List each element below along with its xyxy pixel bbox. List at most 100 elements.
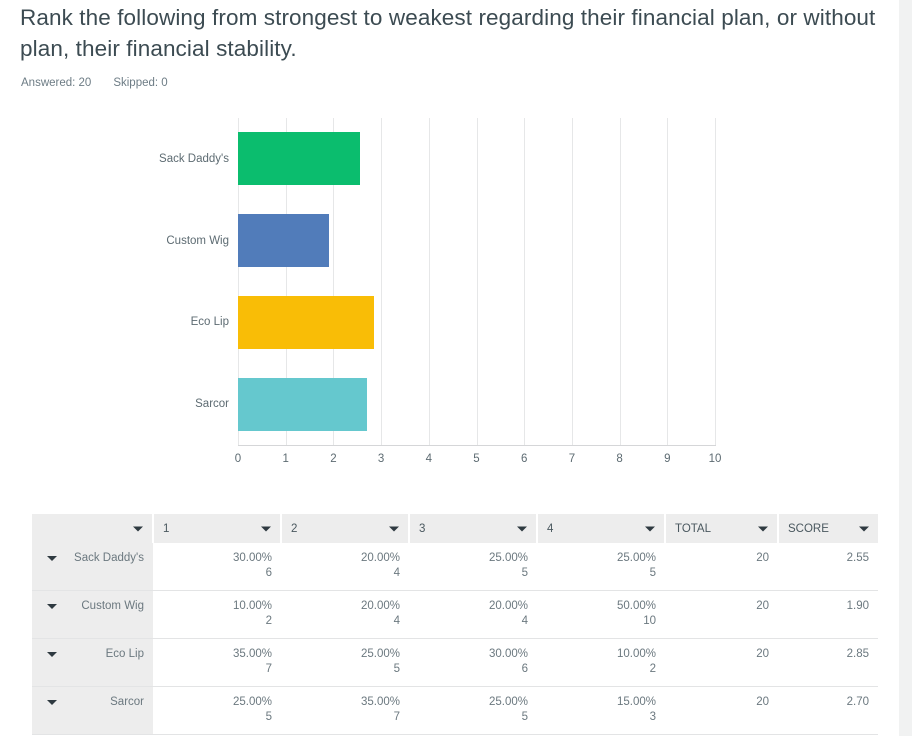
table-header-2[interactable]: 2 — [281, 514, 410, 543]
table-header-1[interactable]: 1 — [153, 514, 282, 543]
table-row-label[interactable]: Eco Lip — [32, 638, 153, 687]
cell-count: 7 — [393, 711, 400, 723]
cell-count: 6 — [521, 663, 528, 675]
chevron-down-icon[interactable] — [133, 526, 143, 531]
table-cell-score: 2.70 — [778, 686, 878, 735]
table-cell-rank: 20.00% 4 — [409, 590, 537, 639]
table-cell-rank: 30.00% 6 — [153, 543, 281, 591]
table-cell-total: 20 — [665, 590, 778, 639]
cell-count: 7 — [265, 663, 272, 675]
results-card: Rank the following from strongest to wea… — [0, 0, 899, 736]
table-cell-rank: 20.00% 4 — [281, 543, 409, 591]
cell-count: 2 — [649, 663, 656, 675]
table-cell-total: 20 — [665, 638, 778, 687]
chart-bar-row: Sarcor — [195, 377, 715, 431]
cell-percent: 20.00% — [360, 600, 400, 612]
page-title: Rank the following from strongest to wea… — [20, 5, 876, 61]
cell-percent: 20.00% — [488, 600, 528, 612]
row-label-text: Custom Wig — [81, 600, 144, 612]
table-cell-score: 2.55 — [778, 543, 878, 591]
table-cell-rank: 25.00% 5 — [153, 686, 281, 735]
table-header-total[interactable]: TOTAL — [665, 514, 779, 543]
table-cell-total: 20 — [665, 543, 778, 591]
chart-x-tick-label: 4 — [425, 453, 432, 465]
table-cell-rank: 35.00% 7 — [281, 686, 409, 735]
table-row: Custom Wig 10.00% 2 20.00% 4 20.00% 4 50.00% 10 2… — [32, 590, 878, 639]
cell-percent: 10.00% — [232, 600, 272, 612]
chart-category-label: Sack Daddy's — [159, 152, 229, 165]
table-header-3[interactable]: 3 — [409, 514, 538, 543]
cell-percent: 30.00% — [232, 552, 272, 564]
cell-count: 5 — [521, 567, 528, 579]
chevron-down-icon[interactable] — [758, 526, 768, 531]
survey-results-page: Rank the following from strongest to wea… — [0, 0, 912, 736]
chart-bar-row: Custom Wig — [166, 214, 715, 268]
chart-x-tick-label: 5 — [473, 453, 480, 465]
table-cell-rank: 25.00% 5 — [281, 638, 409, 687]
chart-bar-row: Eco Lip — [191, 295, 715, 349]
table-header-4[interactable]: 4 — [537, 514, 666, 543]
cell-count: 5 — [265, 711, 272, 723]
table-header-label: 3 — [419, 522, 426, 535]
chevron-down-icon[interactable] — [517, 526, 527, 531]
chevron-down-icon[interactable] — [47, 604, 57, 609]
cell-percent: 30.00% — [488, 648, 528, 660]
chart-category-label: Eco Lip — [190, 316, 229, 329]
table-cell-rank: 10.00% 2 — [537, 638, 665, 687]
table-header-options[interactable] — [32, 514, 154, 543]
cell-count: 4 — [521, 615, 528, 627]
ranking-bar-chart: Sack Daddy's Custom Wig Eco Lip Sarcor 0 1 2 3… — [0, 105, 899, 475]
chart-x-axis-line — [238, 445, 716, 446]
chart-bar[interactable] — [238, 295, 374, 349]
table-header-label: TOTAL — [675, 522, 711, 535]
cell-percent: 25.00% — [232, 696, 272, 708]
chart-x-tick-label: 7 — [568, 453, 576, 465]
cell-percent: 10.00% — [616, 648, 656, 660]
table-body: Sack Daddy's 30.00% 6 20.00% 4 25.00% 5 25.00% 5… — [32, 543, 878, 735]
table-header-label: 4 — [547, 522, 554, 535]
chevron-down-icon[interactable] — [859, 526, 869, 531]
chart-x-tick-label: 3 — [377, 453, 385, 465]
skipped-count: Skipped: 0 — [113, 77, 168, 89]
chevron-down-icon[interactable] — [261, 526, 271, 531]
table-row: Sarcor 25.00% 5 35.00% 7 25.00% 5 15.00% 3 20 2.70 — [32, 686, 878, 735]
cell-percent: 25.00% — [488, 552, 528, 564]
chart-x-tick-label: 9 — [664, 453, 671, 465]
table-header-score[interactable]: SCORE — [778, 514, 878, 543]
chart-category-label: Sarcor — [195, 398, 229, 411]
cell-count: 10 — [643, 615, 656, 627]
table-row: Sack Daddy's 30.00% 6 20.00% 4 25.00% 5 25.00% 5… — [32, 543, 878, 591]
chevron-down-icon[interactable] — [645, 526, 655, 531]
chart-bar-row: Sack Daddy's — [159, 132, 715, 186]
chart-category-label: Custom Wig — [166, 234, 229, 247]
results-table-container: 1 2 3 4 TOTAL SCORE Sack Daddy's 30.00% 6 20.00%… — [32, 514, 878, 735]
row-label-text: Sarcor — [110, 696, 144, 708]
cell-count: 5 — [393, 663, 400, 675]
chart-bar[interactable] — [238, 132, 360, 186]
response-counts: Answered: 20 Skipped: 0 — [21, 77, 168, 89]
table-row-label[interactable]: Sack Daddy's — [32, 543, 153, 591]
table-cell-rank: 15.00% 3 — [537, 686, 665, 735]
table-cell-rank: 20.00% 4 — [281, 590, 409, 639]
chart-bar[interactable] — [238, 214, 329, 268]
chart-plot-area: Sack Daddy's Custom Wig Eco Lip Sarcor — [159, 118, 716, 445]
table-header-label: SCORE — [788, 522, 829, 535]
table-row-label[interactable]: Sarcor — [32, 686, 153, 735]
table-header-row: 1 2 3 4 TOTAL SCORE — [32, 514, 878, 543]
chevron-down-icon[interactable] — [47, 652, 57, 657]
chevron-down-icon[interactable] — [389, 526, 399, 531]
chevron-down-icon[interactable] — [47, 556, 57, 561]
cell-count: 6 — [265, 567, 272, 579]
table-row-label[interactable]: Custom Wig — [32, 590, 153, 639]
chevron-down-icon[interactable] — [47, 700, 57, 705]
cell-count: 4 — [393, 567, 400, 579]
cell-percent: 20.00% — [360, 552, 400, 564]
answered-count: Answered: 20 — [21, 77, 92, 89]
table-cell-rank: 25.00% 5 — [537, 543, 665, 591]
cell-percent: 35.00% — [360, 696, 400, 708]
cell-percent: 15.00% — [616, 696, 656, 708]
cell-percent: 25.00% — [488, 696, 528, 708]
table-cell-rank: 25.00% 5 — [409, 686, 537, 735]
table-cell-score: 1.90 — [778, 590, 878, 639]
chart-bar[interactable] — [238, 377, 367, 431]
